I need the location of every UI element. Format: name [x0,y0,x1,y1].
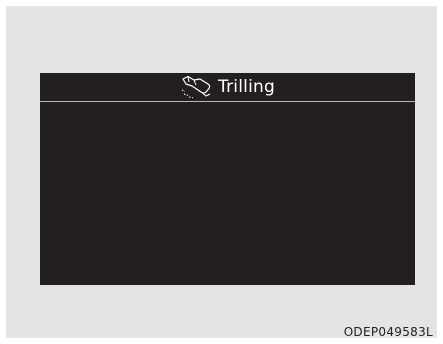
display-content-area [40,103,415,285]
display-header: Trilling [40,73,415,100]
display-title: Trilling [218,76,275,97]
image-reference-code: ODEP049583L [343,325,433,339]
tilted-steering-wheel-icon [180,75,214,99]
cluster-display: Trilling [40,73,415,285]
header-content: Trilling [180,75,275,99]
header-divider [40,101,415,102]
